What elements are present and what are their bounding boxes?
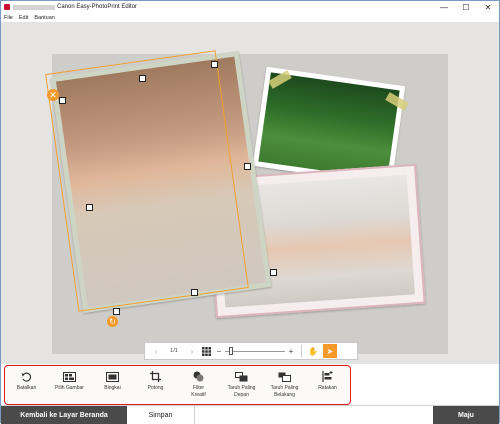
crop-icon: [149, 371, 163, 382]
tool-label: Pilih Gambar: [55, 385, 84, 391]
tool-label: Filter Kreatif: [191, 385, 206, 398]
menu-edit[interactable]: Edit: [19, 15, 28, 21]
tool-label: Batalkan: [16, 385, 37, 391]
zoom-in-icon[interactable]: +: [285, 344, 297, 358]
align-icon: [321, 371, 335, 382]
resize-handle[interactable]: [270, 269, 277, 276]
resize-handle[interactable]: [113, 308, 120, 315]
back-to-home-button[interactable]: Kembali ke Layar Beranda: [1, 406, 127, 424]
zoom-slider-knob[interactable]: [229, 347, 234, 355]
title-bar: Canon Easy-PhotoPrint Editor — ☐ ✕: [1, 1, 499, 13]
resize-handle[interactable]: [191, 289, 198, 296]
close-button[interactable]: ✕: [477, 1, 499, 13]
menu-file[interactable]: File: [4, 15, 13, 21]
tool-label: Potong: [147, 385, 164, 391]
select-image-icon: [63, 371, 77, 382]
filter-icon: [192, 371, 206, 382]
rotate-icon[interactable]: ↻: [107, 316, 118, 327]
tool-label: Taruh Paling Belakang: [270, 385, 299, 398]
app-icon: [4, 4, 10, 10]
zoom-slider[interactable]: [225, 344, 285, 358]
menu-help[interactable]: Bantuan: [34, 15, 55, 21]
page-indicator: 1/1: [170, 348, 178, 354]
minimize-button[interactable]: —: [433, 1, 455, 13]
undo-icon: [20, 371, 34, 382]
maximize-button[interactable]: ☐: [455, 1, 477, 13]
zoom-bar: ‹ 1/1 › − + ✋ ➤: [144, 342, 358, 360]
send-to-back-button[interactable]: Taruh Paling Belakang: [263, 366, 306, 404]
align-button[interactable]: Ratakan: [306, 366, 349, 404]
grid-view-icon[interactable]: [199, 344, 213, 358]
next-page-button[interactable]: ›: [185, 344, 199, 358]
hand-tool-icon[interactable]: ✋: [306, 344, 320, 358]
select-image-button[interactable]: Pilih Gambar: [48, 366, 91, 404]
save-button[interactable]: Simpan: [127, 406, 195, 424]
next-button[interactable]: Maju: [433, 406, 499, 424]
undo-button[interactable]: Batalkan: [5, 366, 48, 404]
prev-page-button[interactable]: ‹: [149, 344, 163, 358]
crop-button[interactable]: Potong: [134, 366, 177, 404]
tool-label: Taruh Paling Depan: [227, 385, 256, 398]
edit-toolbar: Batalkan Pilih Gambar Bingkai Potong Fil…: [4, 365, 351, 405]
bring-to-front-icon: [235, 371, 249, 382]
resize-handle[interactable]: [59, 97, 66, 104]
pointer-tool-icon[interactable]: ➤: [323, 344, 337, 358]
creative-filter-button[interactable]: Filter Kreatif: [177, 366, 220, 404]
send-to-back-icon: [278, 371, 292, 382]
title-redacted: [13, 4, 55, 10]
selection-box: [45, 50, 249, 312]
frame-icon: [106, 371, 120, 382]
window-title: Canon Easy-PhotoPrint Editor: [57, 4, 138, 10]
bring-to-front-button[interactable]: Taruh Paling Depan: [220, 366, 263, 404]
tool-label: Ratakan: [318, 385, 337, 391]
resize-handle[interactable]: [86, 204, 93, 211]
frame-button[interactable]: Bingkai: [91, 366, 134, 404]
photo-dog-image: [258, 72, 400, 180]
bottom-bar: Kembali ke Layar Beranda Simpan Maju: [1, 405, 499, 424]
resize-handle[interactable]: [211, 61, 218, 68]
delete-icon[interactable]: ✕: [47, 89, 59, 101]
menu-bar: File Edit Bantuan: [1, 13, 499, 22]
resize-handle[interactable]: [244, 163, 251, 170]
tool-label: Bingkai: [104, 385, 121, 391]
zoom-out-icon[interactable]: −: [213, 344, 225, 358]
resize-handle[interactable]: [139, 75, 146, 82]
app-window: Canon Easy-PhotoPrint Editor — ☐ ✕ File …: [0, 0, 500, 424]
